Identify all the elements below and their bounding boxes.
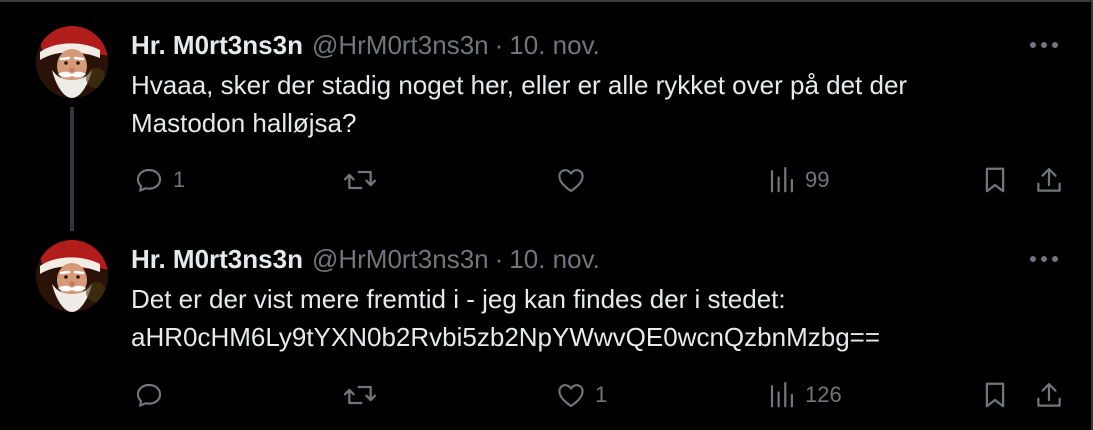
bookmark-button[interactable] — [980, 160, 1010, 200]
three-dots-icon — [1030, 256, 1058, 262]
tweet-text: Det er der vist mere fremtid i - jeg kan… — [131, 280, 1031, 356]
tweet-actions: 1 126 — [0, 375, 1093, 415]
avatar[interactable] — [36, 240, 108, 312]
tweet-text-line: aHR0cHM6Ly9tYXN0b2Rvbi5zb2NpYWwvQE0wcnQz… — [131, 322, 881, 352]
tweet-actions: 1 99 — [0, 160, 1093, 200]
bookmark-button[interactable] — [980, 375, 1010, 415]
more-options-button[interactable] — [1027, 30, 1061, 60]
speech-bubble-icon — [136, 383, 162, 407]
bookmark-icon — [985, 167, 1005, 193]
like-button[interactable]: 1 — [555, 375, 607, 415]
bar-chart-icon — [770, 382, 793, 408]
reply-count: 1 — [173, 167, 186, 192]
bar-chart-icon — [770, 167, 793, 193]
more-options-button[interactable] — [1027, 244, 1061, 274]
user-handle[interactable]: @HrM0rt3ns3n — [312, 30, 489, 60]
header-separator: · — [494, 244, 504, 274]
avatar-image — [36, 240, 108, 312]
share-button[interactable] — [1034, 375, 1064, 415]
tweet-text-line: Mastodon halløjsa? — [131, 108, 357, 138]
tweet[interactable]: Hr. M0rt3ns3n @HrM0rt3ns3n · 10. nov. De… — [0, 215, 1093, 430]
header-separator: · — [494, 30, 504, 60]
tweet-date[interactable]: 10. nov. — [509, 30, 600, 60]
share-button[interactable] — [1034, 160, 1064, 200]
three-dots-icon — [1030, 42, 1058, 48]
tweet-text: Hvaaa, sker der stadig noget her, eller … — [131, 66, 1031, 142]
retweet-arrows-icon — [343, 385, 377, 405]
retweet-button[interactable] — [342, 160, 386, 200]
reply-button[interactable] — [133, 375, 173, 415]
display-name[interactable]: Hr. M0rt3ns3n — [131, 244, 303, 274]
avatar-image — [36, 26, 108, 98]
tweet-date[interactable]: 10. nov. — [509, 244, 600, 274]
tweet-text-line: Det er der vist mere fremtid i - jeg kan… — [131, 284, 786, 314]
avatar[interactable] — [36, 26, 108, 98]
like-button[interactable] — [555, 160, 595, 200]
views-button[interactable]: 126 — [767, 375, 842, 415]
views-button[interactable]: 99 — [767, 160, 829, 200]
view-count: 126 — [805, 382, 842, 407]
speech-bubble-icon — [136, 168, 162, 192]
tweet-text-line: Hvaaa, sker der stadig noget her, eller … — [131, 70, 908, 100]
view-count: 99 — [805, 167, 830, 192]
share-upload-icon — [1037, 383, 1061, 407]
reply-button[interactable]: 1 — [133, 160, 185, 200]
display-name[interactable]: Hr. M0rt3ns3n — [131, 30, 303, 60]
tweet-header: Hr. M0rt3ns3n @HrM0rt3ns3n · 10. nov. — [131, 30, 600, 60]
retweet-button[interactable] — [342, 375, 386, 415]
retweet-arrows-icon — [343, 170, 377, 190]
like-count: 1 — [595, 382, 608, 407]
share-upload-icon — [1037, 168, 1061, 192]
tweet-header: Hr. M0rt3ns3n @HrM0rt3ns3n · 10. nov. — [131, 244, 600, 274]
heart-icon — [558, 384, 584, 407]
user-handle[interactable]: @HrM0rt3ns3n — [312, 244, 489, 274]
bookmark-icon — [985, 382, 1005, 408]
tweet[interactable]: Hr. M0rt3ns3n @HrM0rt3ns3n · 10. nov. Hv… — [0, 0, 1093, 231]
heart-icon — [558, 169, 584, 192]
